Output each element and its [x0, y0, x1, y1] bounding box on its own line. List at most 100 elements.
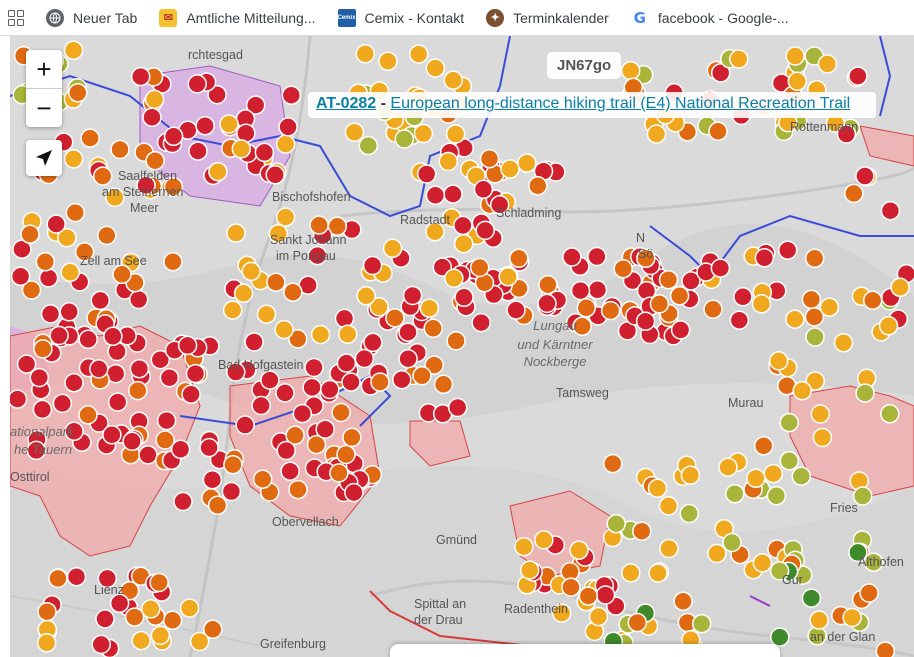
poi-marker[interactable] — [37, 601, 57, 622]
poi-marker[interactable] — [423, 318, 443, 339]
poi-marker[interactable] — [438, 151, 459, 172]
poi-marker[interactable] — [36, 633, 57, 653]
poi-marker[interactable] — [606, 513, 626, 534]
trail-ref-link[interactable]: AT-0282 — [316, 95, 376, 112]
poi-marker[interactable] — [647, 478, 668, 499]
poi-marker[interactable] — [443, 184, 463, 204]
poi-marker[interactable] — [855, 383, 875, 403]
poi-marker[interactable] — [280, 461, 300, 481]
poi-marker[interactable] — [33, 339, 53, 359]
poi-marker[interactable] — [779, 412, 799, 433]
poi-marker[interactable] — [362, 255, 383, 276]
poi-marker[interactable] — [219, 114, 239, 134]
poi-marker[interactable] — [363, 332, 383, 353]
bookmark-cemix-kontakt[interactable]: Cemix Cemix - Kontakt — [337, 8, 464, 27]
poi-marker[interactable] — [561, 577, 581, 597]
poi-marker[interactable] — [95, 609, 115, 629]
poi-marker[interactable] — [500, 159, 520, 179]
poi-marker[interactable] — [144, 89, 165, 110]
poi-marker[interactable] — [718, 457, 738, 477]
poi-marker[interactable] — [128, 289, 149, 310]
poi-marker[interactable] — [809, 610, 829, 630]
poi-marker[interactable] — [707, 543, 727, 564]
bookmark-terminkalender[interactable]: ✦ Terminkalender — [486, 8, 609, 27]
poi-marker[interactable] — [189, 631, 210, 652]
poi-marker[interactable] — [342, 427, 362, 448]
poi-marker[interactable] — [751, 294, 772, 314]
poi-marker[interactable] — [199, 437, 219, 458]
poi-marker[interactable] — [355, 44, 376, 64]
poi-marker[interactable] — [63, 40, 84, 61]
poi-marker[interactable] — [103, 326, 123, 347]
zoom-out-button[interactable]: − — [26, 88, 62, 127]
poi-marker[interactable] — [621, 563, 641, 583]
poi-marker[interactable] — [91, 634, 111, 655]
poi-marker[interactable] — [506, 300, 526, 320]
poi-marker[interactable] — [833, 333, 854, 353]
poi-marker[interactable] — [90, 290, 111, 311]
poi-marker[interactable] — [648, 563, 668, 583]
bookmark-amtliche-mitteilung[interactable]: ✉ Amtliche Mitteilung... — [159, 8, 316, 27]
poi-marker[interactable] — [519, 560, 540, 580]
poi-marker[interactable] — [130, 66, 151, 87]
poi-marker[interactable] — [649, 294, 670, 314]
poi-marker[interactable] — [78, 329, 98, 350]
poi-marker[interactable] — [155, 430, 175, 450]
poi-marker[interactable] — [805, 327, 825, 347]
poi-marker[interactable] — [92, 166, 113, 186]
poi-marker[interactable] — [875, 641, 896, 657]
poi-marker[interactable] — [38, 268, 59, 288]
poi-marker[interactable] — [309, 215, 329, 235]
poi-marker[interactable] — [708, 121, 728, 142]
poi-marker[interactable] — [658, 496, 679, 516]
poi-marker[interactable] — [129, 358, 150, 379]
poi-marker[interactable] — [669, 286, 690, 306]
poi-marker[interactable] — [275, 207, 296, 227]
poi-marker[interactable] — [444, 268, 464, 289]
poi-marker[interactable] — [517, 153, 537, 173]
poi-marker[interactable] — [278, 117, 298, 137]
poi-marker[interactable] — [334, 308, 355, 329]
poi-marker[interactable] — [276, 440, 296, 461]
poi-marker[interactable] — [534, 530, 554, 550]
poi-marker[interactable] — [812, 427, 833, 448]
poi-marker[interactable] — [320, 379, 340, 400]
poi-marker[interactable] — [49, 325, 69, 346]
poi-marker[interactable] — [514, 536, 534, 557]
poi-marker[interactable] — [469, 257, 490, 278]
poi-marker[interactable] — [329, 463, 349, 483]
poi-marker[interactable] — [595, 585, 616, 605]
poi-marker[interactable] — [131, 630, 151, 651]
poi-marker[interactable] — [195, 115, 215, 136]
poi-marker[interactable] — [302, 377, 322, 398]
poi-marker[interactable] — [670, 320, 691, 340]
poi-marker[interactable] — [163, 126, 184, 147]
poi-marker[interactable] — [779, 451, 800, 471]
poi-marker[interactable] — [587, 280, 608, 300]
poi-marker[interactable] — [859, 583, 879, 603]
poi-marker[interactable] — [35, 252, 56, 272]
poi-marker[interactable] — [443, 70, 463, 90]
poi-marker[interactable] — [275, 134, 296, 154]
poi-marker[interactable] — [149, 572, 169, 593]
poi-marker[interactable] — [433, 374, 454, 395]
poi-marker[interactable] — [221, 481, 242, 502]
poi-marker[interactable] — [392, 369, 412, 390]
poi-marker[interactable] — [600, 300, 621, 321]
poi-marker[interactable] — [310, 324, 331, 345]
poi-marker[interactable] — [162, 610, 183, 631]
poi-marker[interactable] — [703, 299, 723, 320]
poi-marker[interactable] — [710, 258, 731, 278]
poi-marker[interactable] — [356, 286, 376, 306]
poi-marker[interactable] — [122, 431, 142, 452]
poi-marker[interactable] — [635, 311, 656, 331]
bookmark-neuer-tab[interactable]: Neuer Tab — [46, 8, 137, 27]
poi-marker[interactable] — [473, 179, 494, 200]
poi-marker[interactable] — [110, 139, 130, 160]
poi-marker[interactable] — [254, 142, 275, 163]
poi-marker[interactable] — [315, 419, 335, 439]
poi-marker[interactable] — [471, 312, 491, 333]
poi-marker[interactable] — [754, 248, 775, 268]
poi-marker[interactable] — [142, 107, 162, 128]
poi-marker[interactable] — [576, 298, 597, 318]
